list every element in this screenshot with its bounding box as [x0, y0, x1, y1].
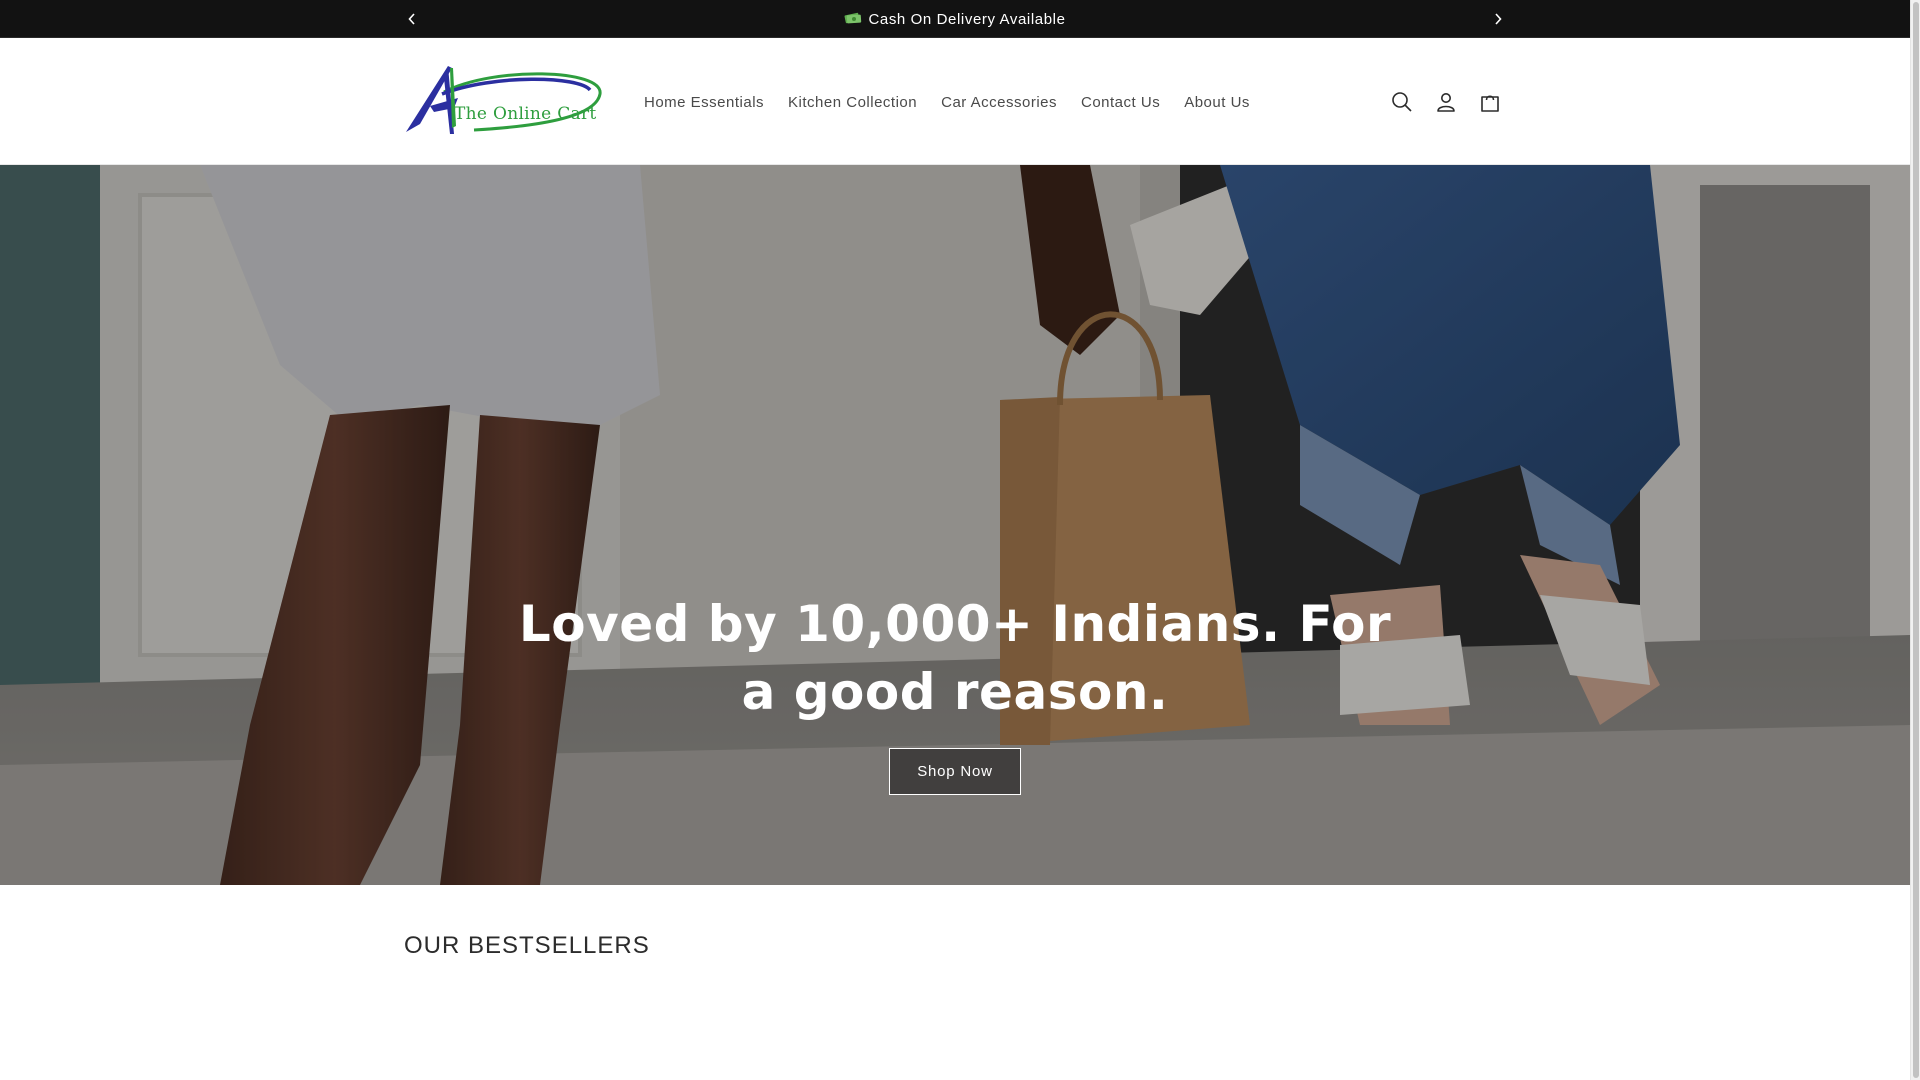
cart-button[interactable]	[1468, 80, 1512, 124]
cart-icon	[1481, 95, 1499, 112]
header-icons	[1380, 39, 1512, 165]
announcement-message: Cash On Delivery Available	[0, 0, 1910, 38]
shop-now-button[interactable]: Shop Now	[889, 748, 1021, 795]
bestsellers-heading: OUR BESTSELLERS	[404, 932, 650, 959]
search-icon	[1392, 92, 1412, 112]
store-logo[interactable]: The Online Cart	[404, 64, 604, 140]
logo-mark	[406, 66, 602, 134]
money-icon	[844, 11, 862, 28]
site-header: The Online Cart Home Essentials Kitchen …	[0, 39, 1910, 165]
account-icon	[1437, 93, 1455, 112]
announcement-next-button[interactable]	[1486, 7, 1510, 31]
hero-headline: Loved by 10,000+ Indians. For a good rea…	[518, 595, 1392, 721]
nav-contact-us[interactable]: Contact Us	[1069, 94, 1172, 111]
announcement-bar: Cash On Delivery Available	[0, 0, 1910, 38]
announcement-text: Cash On Delivery Available	[868, 10, 1066, 28]
hero-content: Loved by 10,000+ Indians. For a good rea…	[0, 590, 1910, 795]
scrollbar-thumb[interactable]	[1913, 2, 1919, 1078]
logo-text: The Online Cart	[454, 104, 597, 124]
hero-banner: Loved by 10,000+ Indians. For a good rea…	[0, 165, 1910, 885]
nav-kitchen-collection[interactable]: Kitchen Collection	[776, 94, 929, 111]
chevron-right-icon	[1495, 13, 1502, 25]
search-button[interactable]	[1380, 80, 1424, 124]
nav-home-essentials[interactable]: Home Essentials	[632, 94, 776, 111]
account-button[interactable]	[1424, 80, 1468, 124]
nav-car-accessories[interactable]: Car Accessories	[929, 94, 1069, 111]
page-scrollbar[interactable]	[1910, 0, 1920, 1080]
main-nav: Home Essentials Kitchen Collection Car A…	[632, 39, 1262, 165]
nav-about-us[interactable]: About Us	[1172, 94, 1262, 111]
